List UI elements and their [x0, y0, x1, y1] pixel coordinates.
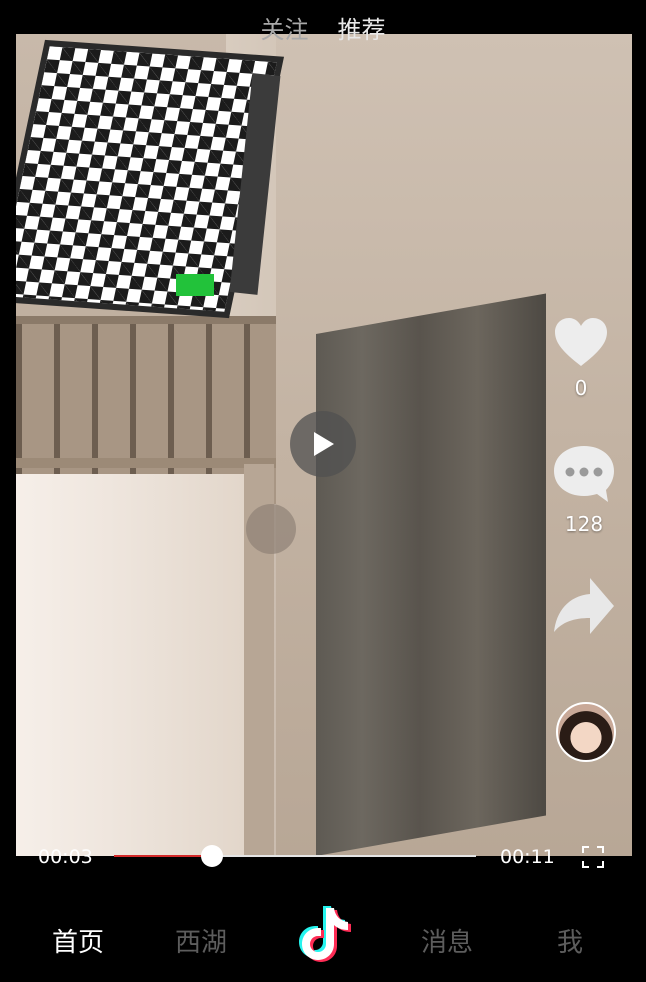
top-tabs: 关注 推荐	[0, 10, 646, 45]
comment-action[interactable]: 128	[552, 444, 616, 536]
video-scene-curtain	[16, 474, 246, 856]
progress-knob[interactable]	[200, 845, 223, 867]
video-scene-window-sill	[16, 458, 276, 468]
like-count: 0	[574, 376, 588, 400]
nav-create[interactable]	[296, 900, 352, 964]
like-action[interactable]: 0	[552, 316, 610, 400]
video-scene-green-marker	[176, 274, 214, 296]
video-scene-object	[246, 504, 296, 554]
play-button[interactable]	[290, 411, 356, 477]
nav-messages[interactable]: 消息	[421, 922, 473, 959]
nav-me[interactable]: 我	[557, 922, 583, 959]
share-action[interactable]	[552, 576, 616, 636]
heart-icon	[555, 318, 607, 366]
nav-home[interactable]: 首页	[52, 922, 104, 959]
nav-xihu[interactable]: 西湖	[175, 922, 227, 959]
progress-bar: 00:03 00:11	[0, 838, 646, 874]
progress-track[interactable]	[114, 845, 476, 867]
bottom-nav: 首页 西湖 消息 我	[0, 900, 646, 980]
tiktok-logo-icon	[299, 906, 351, 962]
current-time: 00:03	[38, 846, 93, 868]
progress-fill	[114, 855, 212, 857]
user-avatar[interactable]	[556, 702, 616, 762]
tab-recommended[interactable]: 推荐	[338, 10, 386, 45]
total-time: 00:11	[500, 846, 555, 868]
play-icon	[314, 432, 334, 456]
video-scene-door	[316, 293, 546, 856]
comment-count: 128	[564, 512, 604, 536]
tab-following[interactable]: 关注	[260, 10, 308, 45]
comment-bubble-icon	[554, 446, 614, 502]
share-arrow-icon	[554, 578, 614, 634]
fullscreen-icon[interactable]	[582, 846, 604, 868]
app-root: 关注 推荐 0 128 00:03 00:11 首页 西湖 消息 我	[0, 0, 646, 982]
